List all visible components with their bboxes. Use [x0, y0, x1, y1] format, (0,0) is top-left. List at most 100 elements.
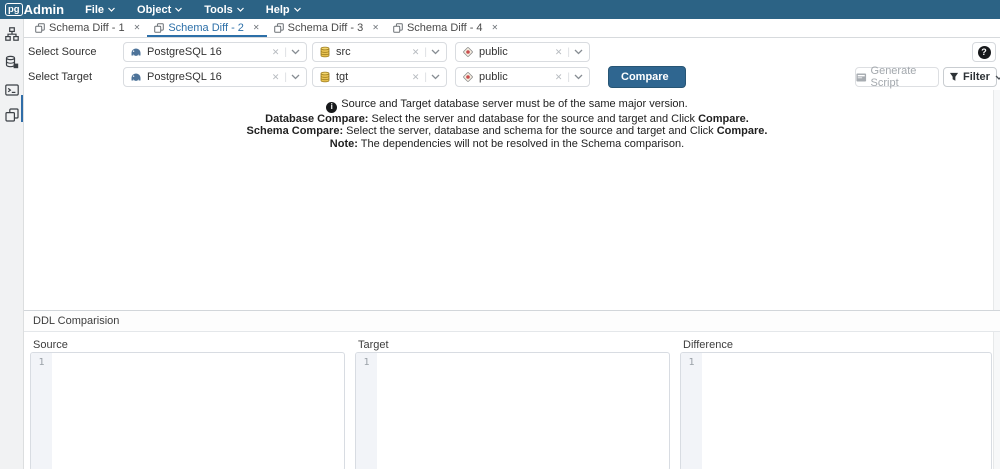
line-number: 1	[31, 353, 52, 368]
target-schema-select[interactable]: public ✕ |	[455, 67, 590, 87]
help-button[interactable]: ?	[972, 42, 996, 62]
select-divider: |	[567, 72, 570, 83]
ddl-target-label: Target	[358, 339, 389, 351]
clear-icon[interactable]: ✕	[272, 47, 280, 58]
chevron-down-icon	[294, 7, 301, 12]
script-icon	[856, 72, 867, 83]
schema-diff-tab-icon	[154, 23, 164, 33]
clear-icon[interactable]: ✕	[412, 72, 420, 83]
close-icon[interactable]: ✕	[372, 24, 379, 32]
schema-diff-panel: Select Source PostgreSQL 16 ✕ | src ✕ | …	[24, 38, 1000, 469]
workspace-sidebar	[0, 19, 24, 469]
ddl-difference-label: Difference	[683, 339, 733, 351]
ddl-comparison-title: DDL Comparision	[33, 315, 119, 327]
chevron-down-icon	[175, 7, 182, 12]
menu-help[interactable]: Help	[255, 0, 312, 19]
select-divider: |	[284, 72, 287, 83]
ddl-comparison-header[interactable]: DDL Comparision	[24, 310, 1000, 332]
menu-tools[interactable]: Tools	[193, 0, 255, 19]
database-icon	[319, 46, 331, 58]
chevron-down-icon[interactable]	[291, 74, 300, 80]
database-icon	[319, 71, 331, 83]
schema-diff-tab-icon	[35, 23, 45, 33]
server-icon	[130, 71, 142, 83]
selected-value: src	[336, 46, 412, 58]
selected-value: public	[479, 46, 555, 58]
target-database-select[interactable]: tgt ✕ |	[312, 67, 447, 87]
line-number: 1	[681, 353, 702, 368]
menu-bar: File Object Tools Help	[74, 0, 312, 19]
close-icon[interactable]: ✕	[134, 24, 141, 32]
close-icon[interactable]: ✕	[253, 24, 260, 32]
generate-script-button[interactable]: Generate Script	[855, 67, 939, 87]
object-explorer-icon	[5, 27, 19, 41]
ddl-target-editor[interactable]: 1	[355, 352, 670, 469]
vertical-scrollbar[interactable]	[993, 90, 1000, 469]
clear-icon[interactable]: ✕	[272, 72, 280, 83]
menu-file[interactable]: File	[74, 0, 126, 19]
tab-bar: Schema Diff - 1 ✕ Schema Diff - 2 ✕ Sche…	[24, 19, 1000, 38]
source-database-select[interactable]: src ✕ |	[312, 42, 447, 62]
schema-icon	[462, 71, 474, 83]
chevron-down-icon[interactable]	[431, 74, 440, 80]
clear-icon[interactable]: ✕	[555, 47, 563, 58]
compare-button[interactable]: Compare	[608, 66, 686, 88]
ddl-difference-editor[interactable]: 1	[680, 352, 992, 469]
sidebar-item-query-tool-workspace[interactable]	[0, 50, 24, 74]
funnel-icon	[949, 72, 959, 82]
select-divider: |	[424, 72, 427, 83]
line-number-gutter: 1	[356, 353, 377, 469]
terminal-icon	[5, 83, 19, 97]
chevron-down-icon[interactable]	[431, 49, 440, 55]
instruction-line-1: iSource and Target database server must …	[24, 98, 990, 113]
question-icon: ?	[978, 46, 991, 59]
line-number-gutter: 1	[31, 353, 52, 469]
line-number-gutter: 1	[681, 353, 702, 469]
select-target-label: Select Target	[28, 67, 92, 87]
schema-diff-tab-icon	[274, 23, 284, 33]
tab-schema-diff-1[interactable]: Schema Diff - 1 ✕	[28, 19, 147, 37]
instruction-line-4: Note: The dependencies will not be resol…	[24, 138, 990, 150]
tab-label: Schema Diff - 4	[407, 22, 483, 34]
ddl-source-label: Source	[33, 339, 68, 351]
instructions-text: iSource and Target database server must …	[24, 98, 990, 150]
tab-schema-diff-3[interactable]: Schema Diff - 3 ✕	[267, 19, 386, 37]
filter-main[interactable]: Filter	[944, 71, 995, 83]
schema-diff-icon	[5, 108, 19, 122]
chevron-down-icon[interactable]	[574, 49, 583, 55]
source-schema-select[interactable]: public ✕ |	[455, 42, 590, 62]
tab-label: Schema Diff - 1	[49, 22, 125, 34]
selected-value: PostgreSQL 16	[147, 71, 272, 83]
source-server-select[interactable]: PostgreSQL 16 ✕ |	[123, 42, 307, 62]
target-server-select[interactable]: PostgreSQL 16 ✕ |	[123, 67, 307, 87]
chevron-down-icon	[108, 7, 115, 12]
clear-icon[interactable]: ✕	[412, 47, 420, 58]
menu-object[interactable]: Object	[126, 0, 193, 19]
selected-value: public	[479, 71, 555, 83]
filter-dropdown-toggle[interactable]	[995, 75, 1000, 80]
select-divider: |	[424, 47, 427, 58]
chevron-down-icon[interactable]	[574, 74, 583, 80]
instruction-line-2: Database Compare: Select the server and …	[24, 113, 990, 125]
logo-pg-badge: pg	[5, 3, 23, 16]
clear-icon[interactable]: ✕	[555, 72, 563, 83]
close-icon[interactable]: ✕	[492, 24, 499, 32]
chevron-down-icon	[995, 75, 1000, 80]
tab-schema-diff-2[interactable]: Schema Diff - 2 ✕	[147, 19, 266, 37]
logo-admin-text: Admin	[24, 2, 64, 17]
info-icon: i	[326, 102, 337, 113]
sidebar-active-indicator	[21, 95, 23, 122]
ddl-source-editor[interactable]: 1	[30, 352, 345, 469]
line-number: 1	[356, 353, 377, 368]
chevron-down-icon	[237, 7, 244, 12]
chevron-down-icon[interactable]	[291, 49, 300, 55]
sidebar-item-default-workspace[interactable]	[0, 22, 24, 46]
tab-schema-diff-4[interactable]: Schema Diff - 4 ✕	[386, 19, 505, 37]
app-header: pg Admin File Object Tools Help	[0, 0, 1000, 19]
filter-button[interactable]: Filter	[943, 67, 997, 87]
selected-value: PostgreSQL 16	[147, 46, 272, 58]
server-icon	[130, 46, 142, 58]
compare-label: Compare	[621, 71, 669, 83]
pgadmin-logo: pg Admin	[5, 2, 64, 17]
filter-label: Filter	[963, 71, 990, 83]
